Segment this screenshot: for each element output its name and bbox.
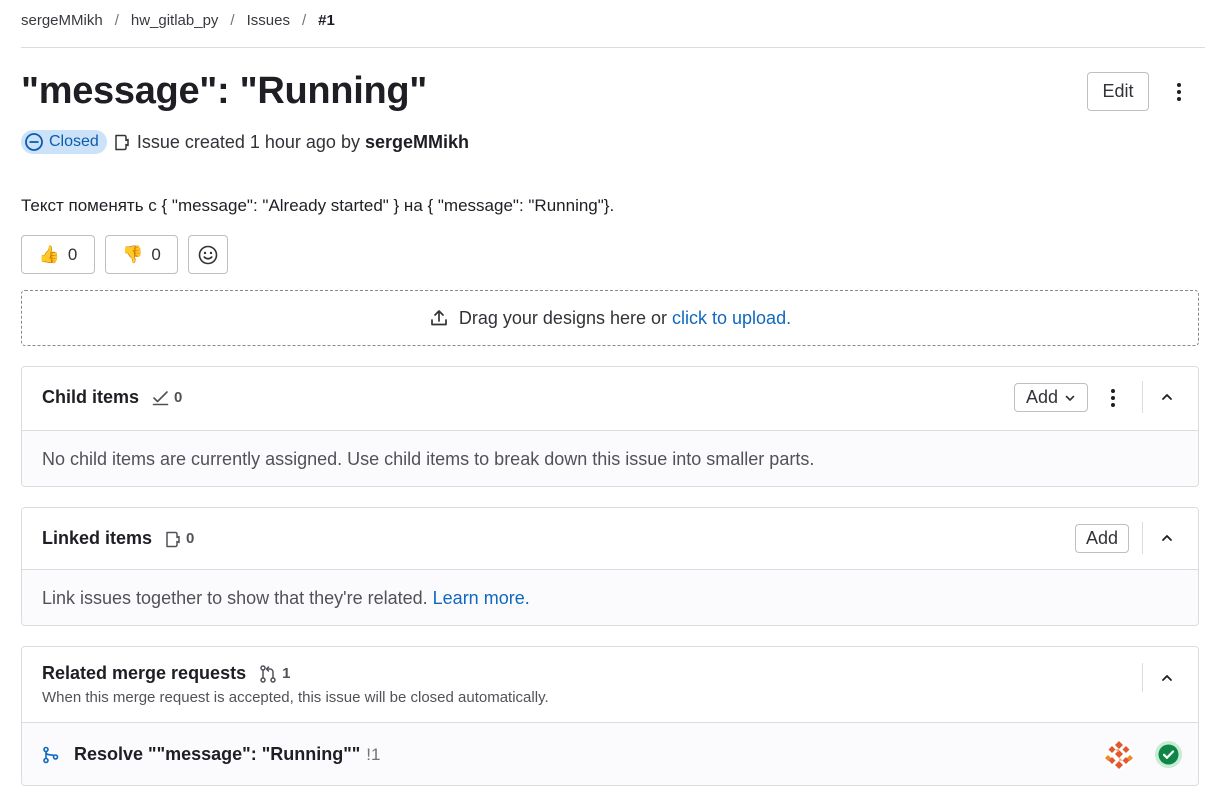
thumbs-down-icon: 👎 [122, 244, 144, 264]
task-done-icon [152, 391, 169, 406]
thumbs-up-count: 0 [67, 244, 78, 264]
child-items-count: 0 [151, 388, 182, 407]
linked-items-empty-text: Link issues together to show that they'r… [42, 587, 428, 608]
design-dropzone[interactable]: Drag your designs here or click to uploa… [21, 290, 1199, 346]
header-divider [1142, 381, 1143, 413]
child-items-title: Child items 0 [42, 387, 182, 408]
header-divider [1142, 522, 1143, 554]
header-divider [1142, 663, 1143, 692]
related-merge-requests-card: Related merge requests 1 When this merge… [21, 646, 1199, 786]
add-reaction-button[interactable] [188, 235, 228, 274]
breadcrumb-separator: / [301, 11, 307, 29]
check-circle-icon [1158, 744, 1179, 764]
issue-created-text: Issue created 1 hour ago by [136, 131, 360, 152]
child-items-empty-text: No child items are currently assigned. U… [42, 448, 815, 469]
child-items-title-text: Child items [42, 387, 140, 407]
breadcrumb-separator: / [114, 11, 119, 29]
chevron-down-icon [1065, 395, 1075, 401]
linked-items-empty-state: Link issues together to show that they'r… [22, 570, 1198, 625]
linked-items-count-value: 0 [186, 530, 195, 547]
linked-items-add-button[interactable]: Add [1075, 524, 1129, 553]
issue-type-icon [166, 531, 180, 547]
breadcrumb: sergeMMikh / hw_gitlab_py / Issues / #1 [21, 10, 335, 30]
child-items-empty-state: No child items are currently assigned. U… [22, 431, 1198, 486]
child-items-count-value: 0 [174, 389, 183, 406]
header-divider [21, 47, 1205, 48]
issue-author[interactable]: sergeMMikh [365, 132, 469, 153]
issue-type-icon [113, 133, 131, 151]
child-items-add-label: Add [1025, 387, 1059, 407]
linked-items-title: Linked items 0 [42, 528, 194, 549]
related-mrs-title: Related merge requests 1 [42, 663, 290, 684]
thumbs-down-button[interactable]: 👎 0 [105, 235, 178, 274]
pipeline-status-badge[interactable] [1155, 740, 1182, 768]
linked-items-count: 0 [164, 530, 194, 548]
upload-link[interactable]: click to upload. [672, 308, 791, 328]
related-mrs-list: Resolve ""message": "Running"" !1 [22, 723, 1198, 786]
related-mrs-count-value: 1 [282, 665, 291, 682]
edit-button[interactable]: Edit [1087, 72, 1149, 111]
breadcrumb-item-user[interactable]: sergeMMikh [21, 12, 103, 29]
issue-description: Текст поменять с { "message": "Already s… [21, 196, 615, 215]
child-items-header: Child items 0 Add [22, 367, 1198, 431]
issue-meta: Closed Issue created 1 hour ago by serge… [21, 130, 469, 154]
related-mrs-title-text: Related merge requests [42, 663, 247, 683]
linked-items-header: Linked items 0 Add [22, 508, 1198, 570]
child-items-kebab-icon[interactable] [1103, 384, 1123, 412]
child-items-add-button[interactable]: Add [1014, 383, 1088, 412]
related-mrs-subtitle: When this merge request is accepted, thi… [42, 689, 549, 706]
thumbs-up-button[interactable]: 👍 0 [21, 235, 95, 274]
smiley-icon [198, 245, 218, 264]
breadcrumb-separator: / [230, 11, 235, 29]
child-items-card: Child items 0 Add No child items are cur… [21, 366, 1199, 487]
dropzone-text: Drag your designs here or [458, 307, 667, 328]
merge-request-open-icon [43, 746, 59, 763]
breadcrumb-item-current[interactable]: #1 [318, 12, 335, 29]
thumbs-up-icon: 👍 [38, 244, 60, 264]
merge-request-title[interactable]: Resolve ""message": "Running"" [74, 744, 360, 765]
breadcrumb-item-project[interactable]: hw_gitlab_py [131, 12, 219, 29]
merge-request-icon [260, 664, 276, 683]
chevron-up-icon[interactable] [1157, 387, 1177, 407]
related-mrs-count: 1 [258, 664, 290, 684]
status-badge: Closed [21, 130, 107, 154]
merge-request-ref: !1 [366, 744, 381, 764]
learn-more-link[interactable]: Learn more. [433, 588, 530, 609]
related-mrs-header: Related merge requests 1 When this merge… [22, 647, 1198, 723]
breadcrumb-item-issues[interactable]: Issues [247, 12, 290, 29]
closed-icon [25, 133, 43, 151]
chevron-up-icon[interactable] [1157, 668, 1177, 688]
status-badge-label: Closed [49, 133, 99, 150]
issue-actions-kebab-icon[interactable] [1169, 78, 1189, 106]
thumbs-down-count: 0 [151, 244, 161, 264]
list-item[interactable]: Resolve ""message": "Running"" !1 [22, 724, 1198, 786]
linked-items-card: Linked items 0 Add Link issues together … [21, 507, 1199, 626]
avatar[interactable] [1104, 740, 1134, 770]
chevron-up-icon[interactable] [1157, 528, 1177, 548]
issue-title: "message": "Running" [21, 70, 428, 112]
upload-icon [431, 310, 447, 326]
linked-items-title-text: Linked items [42, 528, 153, 548]
